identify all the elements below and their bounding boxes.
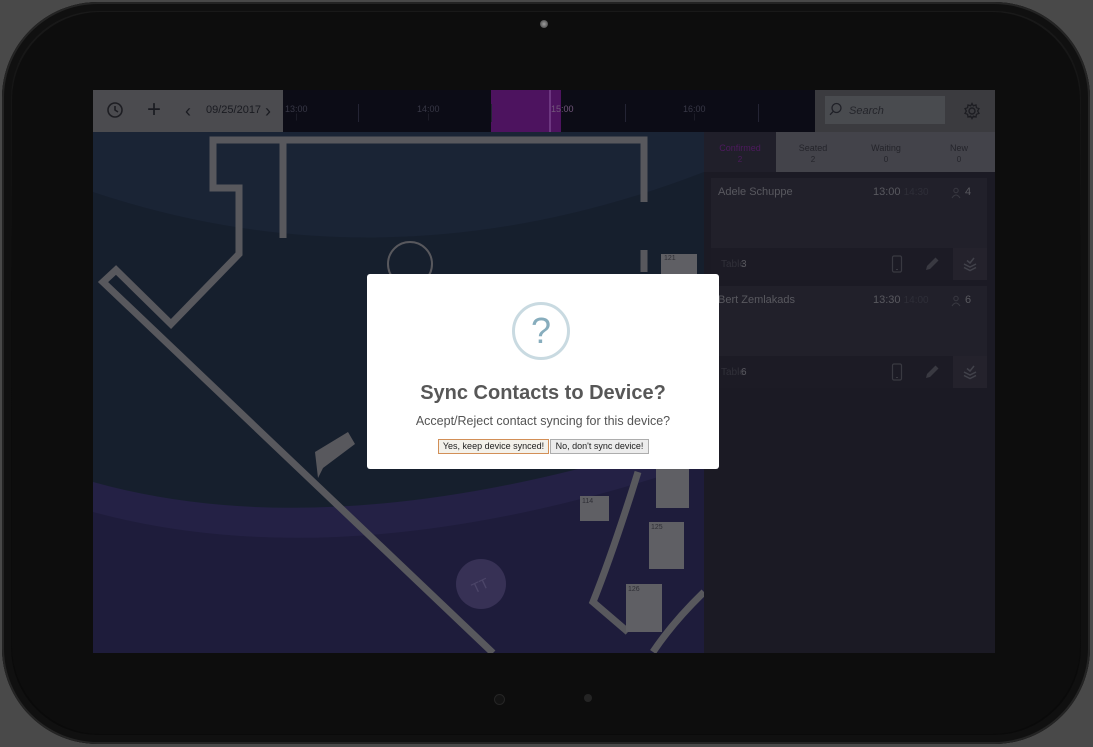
dialog-title: Sync Contacts to Device? [420, 382, 666, 404]
dialog-message: Accept/Reject contact syncing for this d… [415, 414, 671, 428]
question-icon: ? [512, 302, 570, 360]
sync-contacts-dialog: ? Sync Contacts to Device? Accept/Reject… [367, 274, 719, 469]
confirm-sync-button[interactable]: Yes, keep device synced! [438, 439, 549, 454]
reject-sync-button[interactable]: No, don't sync device! [550, 439, 649, 454]
